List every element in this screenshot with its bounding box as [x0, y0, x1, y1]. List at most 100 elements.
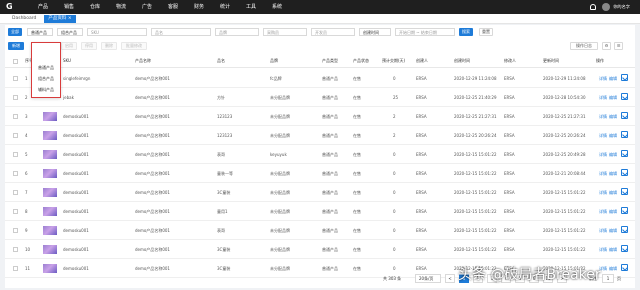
edit-link[interactable]: 编辑: [609, 95, 617, 101]
detail-link[interactable]: 详情: [599, 228, 607, 234]
tab-product-data[interactable]: 产品资料 ×: [44, 14, 76, 23]
detail-link[interactable]: 详情: [599, 209, 607, 215]
reset-button[interactable]: 重置: [479, 28, 493, 36]
combo-type-select[interactable]: 组合产品: [57, 28, 83, 36]
expand-icon[interactable]: [621, 131, 628, 138]
expand-icon[interactable]: [621, 264, 628, 271]
col-modifier[interactable]: 修改人: [504, 58, 516, 64]
detail-link[interactable]: 详情: [599, 171, 607, 177]
product-thumbnail[interactable]: [43, 264, 57, 273]
edit-link[interactable]: 编辑: [609, 76, 617, 82]
row-checkbox[interactable]: [13, 152, 18, 157]
date-range-input[interactable]: 开始日期 ~ 结束日期: [395, 28, 455, 36]
row-checkbox[interactable]: [13, 114, 18, 119]
table-row[interactable]: 5 demosku001 demo产品名称001 表哥 keyuyuk 普通产品 在售 0 ER…: [5, 145, 635, 164]
nav-item-stats[interactable]: 统计: [216, 0, 234, 14]
table-row[interactable]: 9 demosku001 demo产品名称001 表哥 未分配品牌 普通产品 在售 0 ERSA…: [5, 221, 635, 240]
col-status[interactable]: 产品状态: [353, 58, 369, 64]
batch-edit-button[interactable]: 批量修改: [121, 42, 147, 50]
edit-link[interactable]: 编辑: [609, 209, 617, 215]
avatar[interactable]: [602, 3, 611, 11]
edit-link[interactable]: 编辑: [609, 133, 617, 139]
expand-icon[interactable]: [621, 93, 628, 100]
row-checkbox[interactable]: [13, 266, 18, 271]
expand-icon[interactable]: [621, 150, 628, 157]
disable-button[interactable]: 停用: [81, 42, 97, 50]
table-row[interactable]: 4 demosku001 demo产品名称001 123123 未分配品牌 普通产品 在售 2…: [5, 126, 635, 145]
edit-link[interactable]: 编辑: [609, 190, 617, 196]
dropdown-item-combo-product[interactable]: 组合产品: [38, 76, 54, 82]
table-row[interactable]: 1 singlefeimrgn demo产品名称001 fc品牌 普通产品 在售 0 ERSA…: [5, 69, 635, 88]
row-checkbox[interactable]: [13, 190, 18, 195]
bell-icon[interactable]: [590, 4, 597, 10]
page-size-select[interactable]: 20条/页: [415, 274, 441, 283]
edit-link[interactable]: 编辑: [609, 114, 617, 120]
detail-link[interactable]: 详情: [599, 247, 607, 253]
table-row[interactable]: 8 demosku001 demo产品名称001 童用1 未分配品牌 普通产品 在售 0 ERS…: [5, 202, 635, 221]
nav-item-product[interactable]: 产品: [34, 0, 52, 14]
select-all-checkbox[interactable]: [13, 59, 18, 64]
row-checkbox[interactable]: [13, 133, 18, 138]
operation-log-button[interactable]: 操作日志: [570, 42, 598, 50]
date-type-select[interactable]: 创建时间: [359, 28, 391, 36]
edit-link[interactable]: 编辑: [609, 247, 617, 253]
product-thumbnail[interactable]: [43, 150, 57, 159]
jump-page-input[interactable]: 1: [602, 274, 614, 283]
row-checkbox[interactable]: [13, 247, 18, 252]
row-checkbox[interactable]: [13, 76, 18, 81]
developer-select[interactable]: 开发员: [311, 28, 355, 36]
col-product-name[interactable]: 产品名称: [135, 58, 151, 64]
expand-icon[interactable]: [621, 74, 628, 81]
columns-icon[interactable]: ☰: [614, 42, 623, 50]
filter-all-button[interactable]: 全部: [8, 28, 22, 36]
product-thumbnail[interactable]: [43, 131, 57, 140]
detail-link[interactable]: 详情: [599, 114, 607, 120]
product-thumbnail[interactable]: [43, 226, 57, 235]
col-lead-time[interactable]: 预计交期(天): [382, 58, 405, 64]
user-menu[interactable]: 你的名字: [590, 2, 630, 12]
edit-link[interactable]: 编辑: [609, 171, 617, 177]
row-checkbox[interactable]: [13, 171, 18, 176]
col-update-time[interactable]: 更新时间: [543, 58, 559, 64]
table-row[interactable]: 6 demosku001 demo产品名称001 童装一等 未分配品牌 普通产品 在售 0 ER…: [5, 164, 635, 183]
table-row[interactable]: 2 jebak demo产品名称001 方针 未分配品牌 普通产品 在售 25 ERSA 2020…: [5, 88, 635, 107]
nav-item-logistics[interactable]: 物流: [112, 0, 130, 14]
expand-icon[interactable]: [621, 207, 628, 214]
detail-link[interactable]: 详情: [599, 95, 607, 101]
detail-link[interactable]: 详情: [599, 152, 607, 158]
expand-icon[interactable]: [621, 188, 628, 195]
nav-item-ads[interactable]: 广告: [138, 0, 156, 14]
delete-button[interactable]: 删除: [101, 42, 117, 50]
expand-icon[interactable]: [621, 226, 628, 233]
detail-link[interactable]: 详情: [599, 190, 607, 196]
col-create-time[interactable]: 创建时间: [454, 58, 470, 64]
row-checkbox[interactable]: [13, 209, 18, 214]
table-row[interactable]: 7 demosku001 demo产品名称001 3C童装 未分配品牌 普通产品 在售 0 ER…: [5, 183, 635, 202]
add-button[interactable]: 新增: [8, 42, 24, 50]
enable-button[interactable]: 启用: [61, 42, 77, 50]
col-creator[interactable]: 创建人: [416, 58, 428, 64]
expand-icon[interactable]: [621, 245, 628, 252]
settings-icon[interactable]: ⚙: [602, 42, 611, 50]
brand-select[interactable]: 品牌: [215, 28, 259, 36]
edit-link[interactable]: 编辑: [609, 266, 617, 272]
nav-item-tools[interactable]: 工具: [242, 0, 260, 14]
product-type-select[interactable]: 普通产品: [27, 28, 53, 36]
detail-link[interactable]: 详情: [599, 133, 607, 139]
name-input[interactable]: 品名: [151, 28, 211, 36]
product-thumbnail[interactable]: [43, 188, 57, 197]
nav-item-service[interactable]: 客服: [164, 0, 182, 14]
col-brand[interactable]: 品牌: [270, 58, 278, 64]
col-product-type[interactable]: 产品类型: [322, 58, 338, 64]
buyer-select[interactable]: 采购员: [263, 28, 307, 36]
product-thumbnail[interactable]: [43, 245, 57, 254]
edit-link[interactable]: 编辑: [609, 228, 617, 234]
prev-page-button[interactable]: <: [445, 274, 455, 283]
product-thumbnail[interactable]: [43, 169, 57, 178]
table-row[interactable]: 3 demosku001 demo产品名称001 123123 未分配品牌 普通产品 在售 2…: [5, 107, 635, 126]
nav-item-warehouse[interactable]: 仓库: [86, 0, 104, 14]
col-sku[interactable]: SKU: [63, 58, 71, 63]
row-checkbox[interactable]: [13, 95, 18, 100]
nav-item-system[interactable]: 系统: [268, 0, 286, 14]
col-pinming[interactable]: 品名: [217, 58, 225, 64]
